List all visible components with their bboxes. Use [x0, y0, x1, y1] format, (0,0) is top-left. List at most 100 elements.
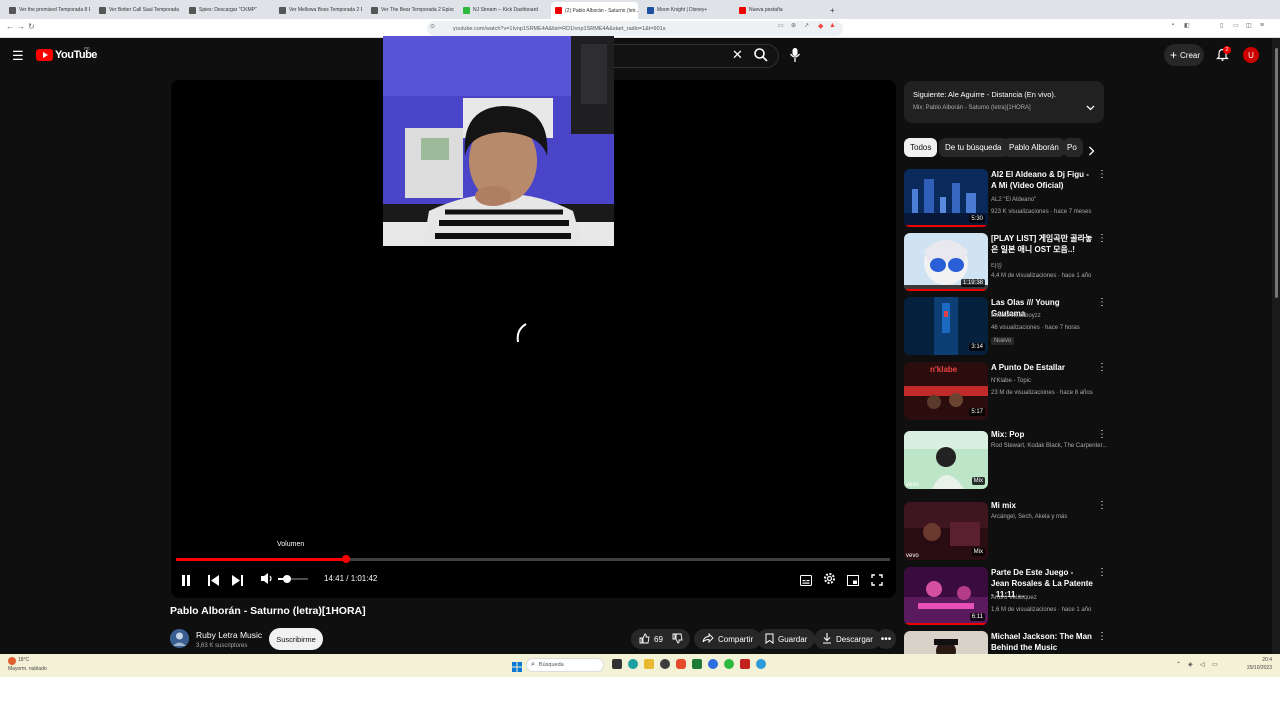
save-button[interactable]: Guardar	[757, 629, 816, 649]
search-icon[interactable]	[753, 47, 769, 68]
weather-icon[interactable]	[8, 657, 16, 665]
youtube-logo-icon[interactable]	[36, 49, 53, 61]
edge-icon[interactable]	[628, 659, 638, 669]
recommendation-item[interactable]: vevo Mix Mi mix Arcángel, Sech, Akela y …	[904, 500, 1107, 560]
chip-de-tu-busqueda[interactable]: De tu búsqueda	[939, 138, 1008, 157]
more-options-icon[interactable]: ⋮	[1097, 362, 1107, 373]
chip-partial[interactable]: Po	[1063, 138, 1083, 157]
recommendation-channel[interactable]: AL2 "El Aldeano"	[991, 197, 1036, 203]
browser-tab[interactable]: Ver Mellowa Boss Temporada 2 Episo...	[275, 3, 362, 17]
more-actions-icon[interactable]: •••	[876, 629, 896, 649]
task-view-icon[interactable]	[612, 659, 622, 669]
browser-tab[interactable]: Spies: Descargar "CKMP"	[185, 3, 270, 17]
browser-tab[interactable]: Ver The Bear Temporada 2 Episodio...	[367, 3, 454, 17]
browser-tab[interactable]: Moon Knight | Disney+	[643, 3, 730, 17]
miniplayer-icon[interactable]	[847, 573, 859, 591]
avatar[interactable]: U	[1243, 47, 1259, 63]
browser-tab[interactable]: Ver the promised Temporada 8 Ep...	[5, 3, 90, 17]
telegram-icon[interactable]	[756, 659, 766, 669]
video-thumbnail[interactable]: 1:19:38	[904, 233, 988, 291]
download-button[interactable]: Descargar	[814, 629, 881, 649]
video-thumbnail[interactable]: vevo Mix	[904, 431, 988, 489]
browser-tab[interactable]: Ver Better Call Saul Temporada 2 Ep...	[95, 3, 180, 17]
chrome-icon[interactable]	[708, 659, 718, 669]
video-thumbnail[interactable]: vevo Mix	[904, 502, 988, 560]
app-red-icon[interactable]	[740, 659, 750, 669]
network-icon[interactable]: ◈	[1188, 661, 1193, 668]
subtitles-icon[interactable]	[800, 573, 812, 591]
recommendation-item[interactable]: 6:11 Parte De Este Juego - Jean Rosales …	[904, 567, 1107, 627]
battery-icon[interactable]: ▭	[1212, 661, 1218, 668]
more-options-icon[interactable]: ⋮	[1097, 169, 1107, 180]
hamburger-menu-icon[interactable]: ☰	[12, 48, 24, 64]
obs-icon[interactable]	[660, 659, 670, 669]
more-options-icon[interactable]: ⋮	[1097, 500, 1107, 511]
microphone-icon[interactable]	[788, 47, 802, 68]
recommendation-title[interactable]: AI2 El Aldeano & Dj Figu - A Mi (Video O…	[991, 169, 1093, 191]
create-button[interactable]: + Crear	[1164, 44, 1204, 66]
recommendation-title[interactable]: A Punto De Estallar	[991, 362, 1093, 373]
scrollbar-thumb[interactable]	[1275, 48, 1278, 298]
chevron-down-icon[interactable]	[1086, 98, 1095, 116]
recommendation-channel[interactable]: Rod Stewart, Kodak Black, The Carpenter.…	[991, 443, 1107, 449]
dislike-button[interactable]	[666, 629, 690, 649]
video-thumbnail[interactable]: 3:14	[904, 297, 988, 355]
volume-icon[interactable]	[261, 572, 273, 590]
windows-start-icon[interactable]	[512, 659, 522, 677]
recommendation-channel[interactable]: 타잉	[991, 261, 1002, 270]
site-info-icon[interactable]: ⊙	[430, 23, 435, 30]
recommendation-channel[interactable]: Arturo Velásquez	[991, 595, 1037, 601]
recommendation-item[interactable]: 3:14 Las Olas /// Young Gautama Buddahhe…	[904, 297, 1107, 357]
recommendation-channel[interactable]: Arcángel, Sech, Akela y más	[991, 514, 1067, 520]
video-thumbnail[interactable]: 6:11	[904, 567, 988, 625]
channel-avatar[interactable]	[170, 629, 189, 648]
up-next-panel[interactable]	[904, 81, 1104, 123]
menu-icon[interactable]: ≡	[1260, 22, 1264, 29]
extension-icon[interactable]: ▪	[1172, 22, 1174, 28]
share-button[interactable]: Compartir	[694, 629, 762, 649]
recommendation-title[interactable]: [PLAY LIST] 게임곡만 골라놓은 일본 애니 OST 모음..!	[991, 233, 1093, 255]
chip-pablo-alboran[interactable]: Pablo Alborán	[1003, 138, 1065, 157]
reload-icon[interactable]: ↻	[28, 22, 35, 31]
recommendation-title[interactable]: Mi mix	[991, 500, 1093, 511]
more-options-icon[interactable]: ⋮	[1097, 567, 1107, 578]
like-button[interactable]: 69	[631, 629, 666, 649]
video-thumbnail[interactable]: 5:30	[904, 169, 988, 227]
app-icon[interactable]	[692, 659, 702, 669]
new-tab-icon[interactable]: +	[826, 3, 839, 17]
recommendation-channel[interactable]: Buddahheadboyzz	[991, 313, 1041, 319]
brave-icon[interactable]	[676, 659, 686, 669]
back-icon[interactable]: ←	[6, 22, 14, 31]
video-thumbnail[interactable]: n'klabe 5:17	[904, 362, 988, 420]
recommendation-title[interactable]: Mix: Pop	[991, 429, 1093, 440]
more-options-icon[interactable]: ⋮	[1097, 297, 1107, 308]
youtube-logo-text[interactable]: YouTube	[55, 49, 97, 61]
next-icon[interactable]	[232, 573, 243, 591]
clock-date[interactable]: 29/10/2023	[1232, 665, 1272, 671]
chip-todos[interactable]: Todos	[904, 138, 938, 157]
recommendation-item[interactable]: n'klabe 5:17 A Punto De Estallar N'Klabe…	[904, 362, 1107, 422]
previous-icon[interactable]	[208, 573, 219, 591]
volume-knob[interactable]	[283, 575, 291, 583]
system-tray-chevron-icon[interactable]: ⌃	[1176, 661, 1181, 668]
recommendation-item[interactable]: 1:19:38 [PLAY LIST] 게임곡만 골라놓은 일본 애니 OST …	[904, 233, 1107, 293]
browser-tab[interactable]: NJ Stream -- Kick Dashboard	[459, 3, 546, 17]
video-thumbnail[interactable]	[904, 631, 988, 654]
subscribe-button[interactable]: Suscribirme	[269, 628, 323, 650]
zoom-icon[interactable]: ⊕	[791, 22, 796, 29]
wallet-icon[interactable]: ▭	[1233, 22, 1239, 29]
more-options-icon[interactable]: ⋮	[1097, 429, 1107, 440]
more-options-icon[interactable]: ⋮	[1097, 631, 1104, 642]
recommendation-item[interactable]: vevo Mix Mix: Pop Rod Stewart, Kodak Bla…	[904, 429, 1107, 491]
brave-shield-icon[interactable]: ◆	[818, 22, 823, 30]
sidebar-icon[interactable]: ▯	[1220, 22, 1223, 29]
browser-tab[interactable]: Nueva pestaña	[735, 3, 815, 17]
clear-search-icon[interactable]: ✕	[732, 47, 743, 63]
speaker-icon[interactable]: ◁	[1200, 661, 1205, 668]
extensions-puzzle-icon[interactable]: ◧	[1184, 22, 1190, 29]
forward-icon[interactable]: →	[17, 22, 25, 31]
share-page-icon[interactable]: ↗	[804, 22, 809, 29]
settings-gear-icon[interactable]	[823, 572, 836, 590]
recommendation-channel[interactable]: N'Klabe - Topic	[991, 378, 1031, 384]
progress-scrubber[interactable]	[342, 555, 350, 563]
